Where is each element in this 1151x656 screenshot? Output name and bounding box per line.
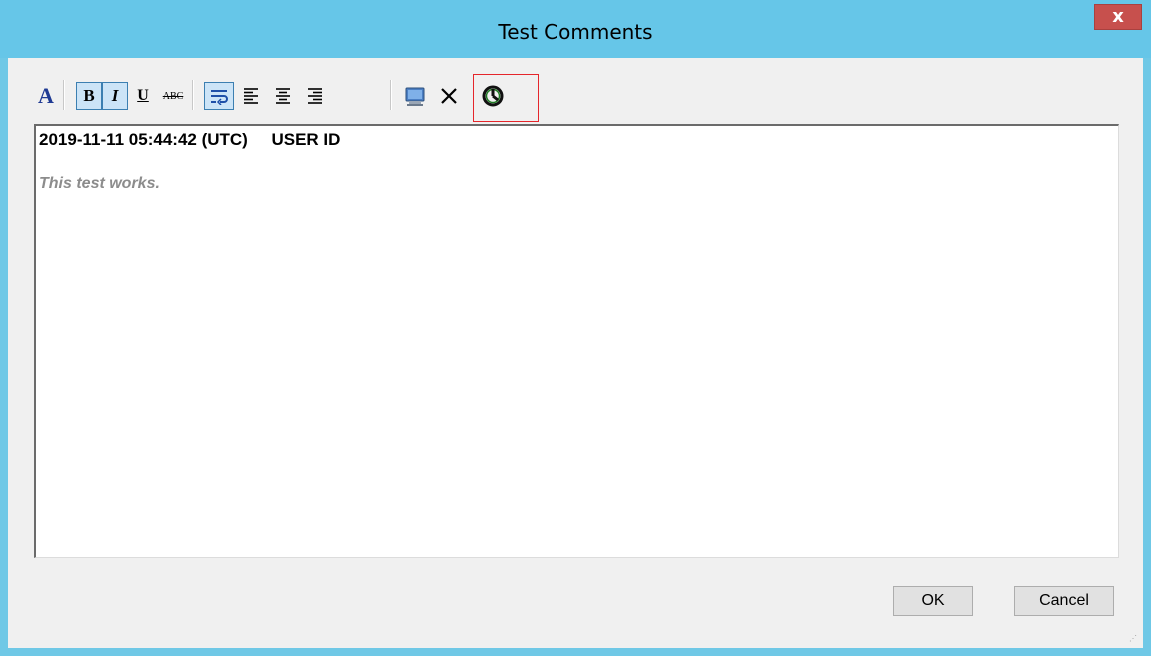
align-right-button[interactable] xyxy=(302,82,328,110)
comment-header: 2019-11-11 05:44:42 (UTC) USER ID xyxy=(39,130,341,149)
insert-image-icon xyxy=(405,87,425,106)
ok-button[interactable]: OK xyxy=(893,586,973,616)
align-center-icon xyxy=(276,88,290,104)
strikethrough-icon: ABC xyxy=(162,90,184,102)
italic-icon: I xyxy=(111,86,119,105)
comment-editor[interactable]: 2019-11-11 05:44:42 (UTC) USER ID This t… xyxy=(34,124,1119,558)
font-color-icon: A xyxy=(38,83,54,108)
toolbar-separator xyxy=(192,80,194,110)
align-left-icon xyxy=(244,88,258,104)
close-button[interactable]: x xyxy=(1094,4,1142,30)
resize-grip-icon[interactable]: ⋰ xyxy=(1129,634,1139,644)
strikethrough-button[interactable]: ABC xyxy=(158,82,188,110)
bold-button[interactable]: B xyxy=(76,82,102,110)
bold-icon: B xyxy=(83,86,95,105)
insert-image-button[interactable] xyxy=(402,82,428,110)
align-right-icon xyxy=(308,88,322,104)
align-left-button[interactable] xyxy=(238,82,264,110)
comment-body-text: This test works. xyxy=(39,175,160,192)
close-icon xyxy=(441,88,457,104)
formatting-toolbar: A B I U ABC xyxy=(8,58,1143,122)
underline-button[interactable]: U xyxy=(132,82,154,110)
delete-button[interactable] xyxy=(436,82,462,110)
dialog-client-area: A B I U ABC 2019-11-11 05:44:42 (UTC) US… xyxy=(8,58,1143,648)
highlight-annotation-box xyxy=(473,74,539,122)
cancel-button[interactable]: Cancel xyxy=(1014,586,1114,616)
underline-icon: U xyxy=(137,87,149,104)
italic-button[interactable]: I xyxy=(102,82,128,110)
word-wrap-icon xyxy=(211,90,228,105)
toolbar-separator xyxy=(63,80,65,110)
font-color-button[interactable]: A xyxy=(34,82,58,110)
dialog-window: Test Comments x A B I U ABC 2019-11-11 0… xyxy=(0,0,1151,656)
window-title: Test Comments xyxy=(498,20,653,44)
title-bar[interactable]: Test Comments x xyxy=(0,0,1151,58)
align-center-button[interactable] xyxy=(270,82,296,110)
toolbar-separator xyxy=(390,80,392,110)
word-wrap-button[interactable] xyxy=(204,82,234,110)
